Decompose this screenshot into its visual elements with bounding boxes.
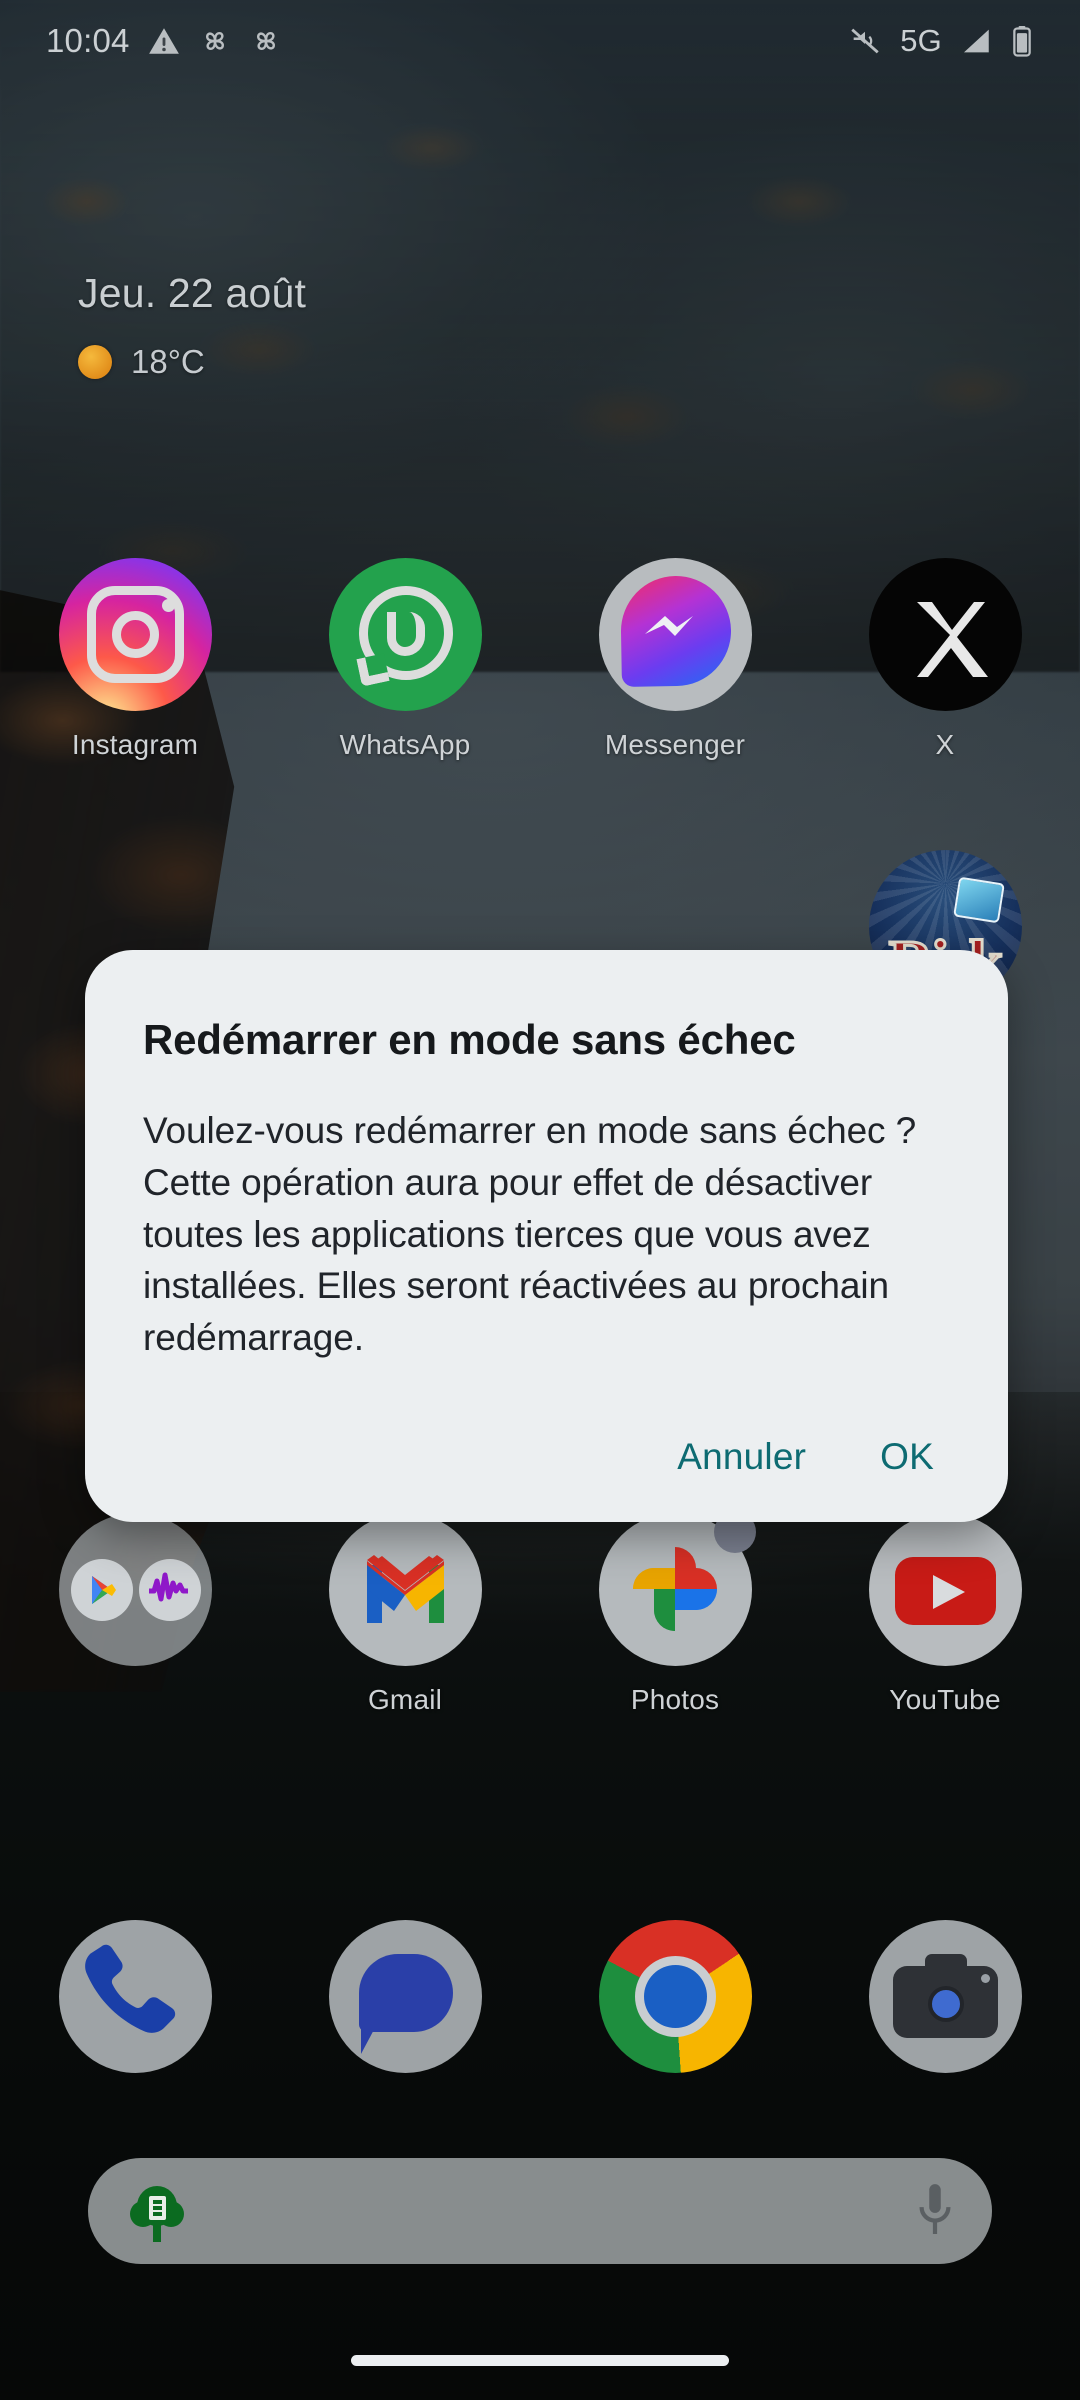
app-x[interactable]: X <box>810 558 1080 761</box>
search-input[interactable] <box>192 2191 912 2231</box>
heartbeat-app-icon <box>138 1559 201 1621</box>
app-messenger[interactable]: Messenger <box>540 558 810 761</box>
sunny-icon <box>78 345 112 379</box>
app-label: Messenger <box>604 729 746 760</box>
gmail-m-glyph <box>366 1555 444 1623</box>
app-label: YouTube <box>889 1684 1001 1715</box>
google-photos-icon[interactable] <box>598 1511 756 1666</box>
status-bar-left: 10:04 <box>46 22 283 60</box>
microphone-icon[interactable] <box>912 2180 958 2242</box>
network-type-label: 5G <box>900 23 942 58</box>
dock-app-phone[interactable] <box>0 1920 270 2073</box>
ok-button[interactable]: OK <box>872 1426 942 1488</box>
play-store-icon <box>70 1559 133 1621</box>
hasbro-logo-icon <box>952 876 1005 924</box>
x-twitter-icon[interactable] <box>868 558 1022 711</box>
youtube-icon[interactable] <box>868 1513 1022 1666</box>
cancel-button[interactable]: Annuler <box>669 1426 814 1488</box>
battery-icon <box>1013 25 1031 57</box>
phone-icon[interactable] <box>58 1920 212 2073</box>
dock-app-chrome[interactable] <box>540 1920 810 2073</box>
camera-icon[interactable] <box>868 1920 1022 2073</box>
app-folder[interactable] <box>0 1513 270 1716</box>
whatsapp-icon[interactable] <box>328 558 482 711</box>
dialog-actions: Annuler OK <box>143 1426 950 1488</box>
search-bar[interactable] <box>88 2158 992 2264</box>
dock-app-messages[interactable] <box>270 1920 540 2073</box>
ecosia-logo-icon[interactable] <box>122 2176 192 2246</box>
gmail-icon[interactable] <box>328 1513 482 1666</box>
app-youtube[interactable]: YouTube <box>810 1513 1080 1716</box>
dialog-title: Redémarrer en mode sans échec <box>143 1016 796 1063</box>
chrome-icon[interactable] <box>598 1920 752 2073</box>
app-instagram[interactable]: Instagram <box>0 558 270 761</box>
app-label: WhatsApp <box>339 729 471 760</box>
messages-icon[interactable] <box>328 1920 482 2073</box>
dialog-message: Voulez-vous redémarrer en mode sans éche… <box>143 1110 917 1359</box>
app-label: Gmail <box>367 1684 443 1715</box>
app-whatsapp[interactable]: WhatsApp <box>270 558 540 761</box>
phone-handset-glyph <box>84 1944 175 2033</box>
glance-temperature: 18°C <box>131 343 205 380</box>
messenger-bolt-glyph <box>644 616 693 636</box>
app-label: Photos <box>630 1684 720 1715</box>
mute-vibrate-off-icon <box>851 28 879 54</box>
signal-bars-icon <box>963 29 989 53</box>
safe-mode-dialog: Redémarrer en mode sans échec Voulez-vou… <box>85 950 1008 1523</box>
warning-triangle-icon <box>148 28 179 54</box>
status-bar-right: 5G <box>847 23 1034 59</box>
dock <box>0 1920 1080 2073</box>
home-row-1: Instagram WhatsApp Messenger X <box>0 558 1080 761</box>
phone-screen: 10:04 5G Jeu. 22 août 18°C Instagram Wha… <box>0 0 1080 2400</box>
gesture-home-bar[interactable] <box>351 2355 729 2366</box>
home-row-3: Gmail Photos YouTube <box>0 1511 1080 1716</box>
pinwheel-icon <box>205 32 224 50</box>
messenger-icon[interactable] <box>598 558 752 711</box>
instagram-icon[interactable] <box>58 558 212 711</box>
app-label: X <box>935 729 955 760</box>
dock-app-camera[interactable] <box>810 1920 1080 2073</box>
pinwheel-icon <box>256 32 275 50</box>
x-logo-glyph <box>916 602 988 677</box>
app-label: Instagram <box>71 729 199 760</box>
at-a-glance-widget[interactable]: Jeu. 22 août 18°C <box>78 270 306 381</box>
app-folder-icon[interactable] <box>58 1513 212 1666</box>
status-bar: 10:04 5G <box>0 0 1080 82</box>
app-gmail[interactable]: Gmail <box>270 1513 540 1716</box>
glance-date: Jeu. 22 août <box>78 270 307 316</box>
app-photos[interactable]: Photos <box>540 1511 810 1716</box>
status-bar-clock: 10:04 <box>46 22 130 59</box>
glance-weather: 18°C <box>78 343 306 381</box>
